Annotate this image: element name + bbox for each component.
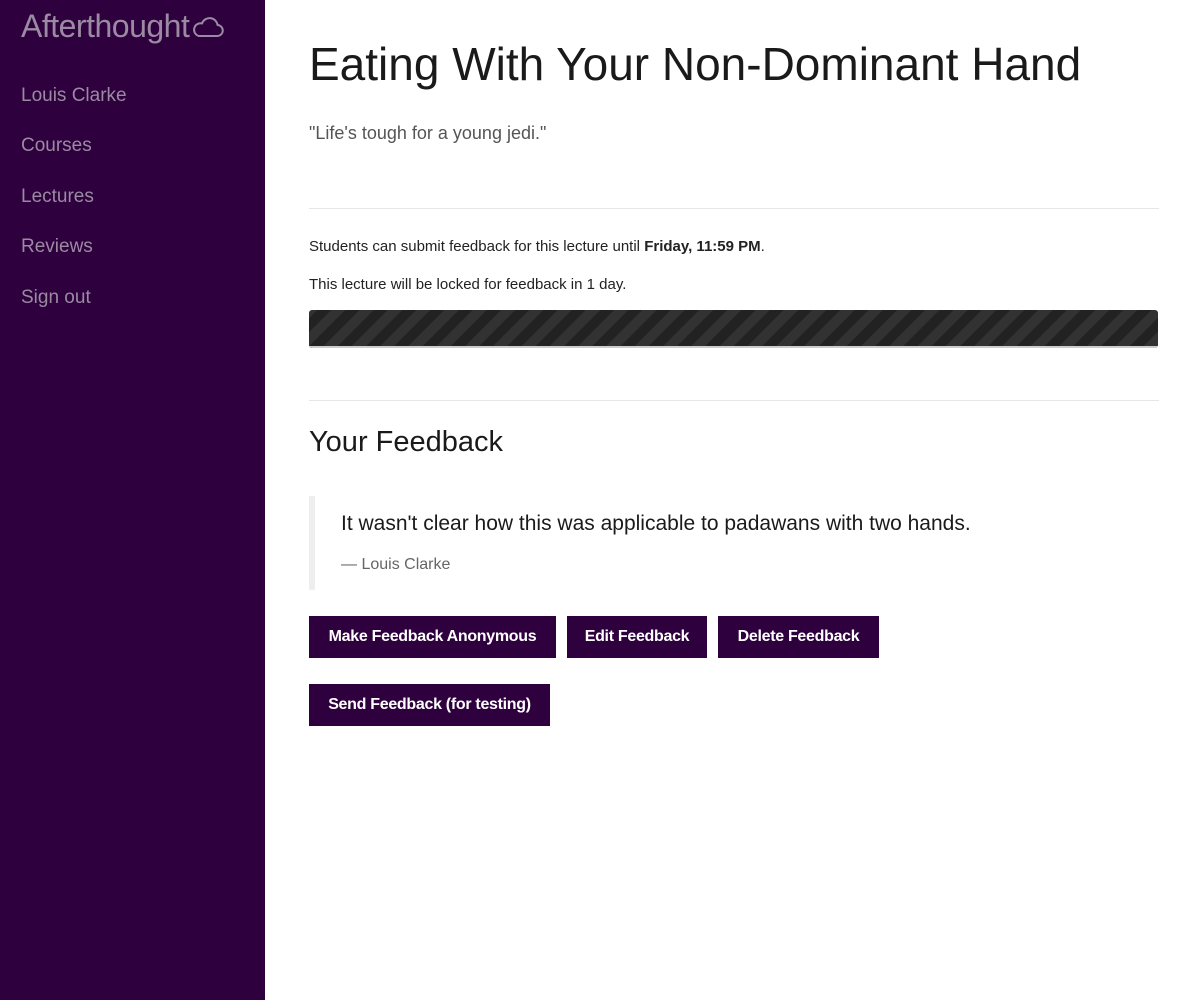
cloud-icon <box>193 17 225 37</box>
feedback-blockquote: It wasn't clear how this was applicable … <box>309 496 1159 590</box>
send-feedback-button[interactable]: Send Feedback (for testing) <box>309 684 550 726</box>
sidebar-item-lectures[interactable]: Lectures <box>21 181 127 231</box>
feedback-author: — Louis Clarke <box>341 556 451 573</box>
sidebar-item-profile[interactable]: Louis Clarke <box>21 80 127 130</box>
lecture-quote: "Life's tough for a young jedi." <box>309 123 547 143</box>
deadline-value: Friday, 11:59 PM <box>644 238 761 255</box>
edit-feedback-button[interactable]: Edit Feedback <box>567 616 707 658</box>
feedback-progress-bar <box>309 310 1158 348</box>
sidebar-item-courses[interactable]: Courses <box>21 130 127 180</box>
brand-name: Afterthought <box>21 8 190 44</box>
feedback-heading: Your Feedback <box>309 426 504 458</box>
deadline-suffix: . <box>760 238 765 255</box>
sidebar: Afterthought Louis Clarke Courses Lectur… <box>0 0 265 1000</box>
progress-fill <box>309 310 1158 348</box>
sidebar-item-reviews[interactable]: Reviews <box>21 231 127 281</box>
sidebar-nav: Louis Clarke Courses Lectures Reviews Si… <box>21 80 127 332</box>
feedback-deadline: Students can submit feedback for this le… <box>309 236 765 258</box>
brand-logo[interactable]: Afterthought <box>21 6 225 46</box>
divider <box>309 208 1159 209</box>
delete-feedback-button[interactable]: Delete Feedback <box>718 616 879 658</box>
page-title: Eating With Your Non-Dominant Hand <box>309 38 1082 90</box>
divider <box>309 400 1159 401</box>
feedback-text: It wasn't clear how this was applicable … <box>341 512 971 535</box>
make-anonymous-button[interactable]: Make Feedback Anonymous <box>309 616 556 658</box>
deadline-prefix: Students can submit feedback for this le… <box>309 238 645 255</box>
lock-notice: This lecture will be locked for feedback… <box>309 276 627 293</box>
sidebar-item-sign-out[interactable]: Sign out <box>21 282 127 332</box>
